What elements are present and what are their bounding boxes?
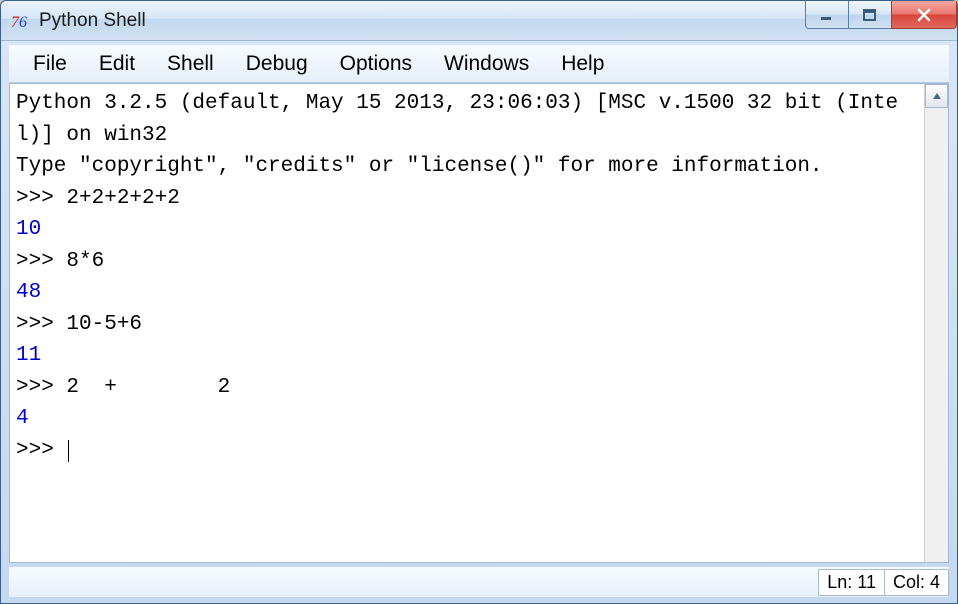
input-line: 10-5+6 xyxy=(66,313,142,336)
window-controls xyxy=(806,1,957,40)
app-icon: 7 6 xyxy=(11,11,31,31)
maximize-button[interactable] xyxy=(848,1,892,29)
status-col: Col: 4 xyxy=(884,569,949,596)
output-line: 4 xyxy=(16,407,29,430)
statusbar: Ln: 11 Col: 4 xyxy=(9,567,949,597)
prompt: >>> xyxy=(16,250,66,273)
output-line: 11 xyxy=(16,344,41,367)
close-button[interactable] xyxy=(891,1,957,29)
input-line: 8*6 xyxy=(66,250,104,273)
menu-windows[interactable]: Windows xyxy=(428,48,545,80)
prompt: >>> xyxy=(16,187,66,210)
input-line: 2+2+2+2+2 xyxy=(66,187,179,210)
window-title: Python Shell xyxy=(39,10,806,32)
cursor xyxy=(68,440,69,462)
scroll-up-button[interactable] xyxy=(925,84,948,108)
prompt: >>> xyxy=(16,439,66,462)
menu-options[interactable]: Options xyxy=(324,48,428,80)
input-line: 2 + 2 xyxy=(66,376,230,399)
prompt: >>> xyxy=(16,376,66,399)
menubar: File Edit Shell Debug Options Windows He… xyxy=(9,45,949,83)
menu-debug[interactable]: Debug xyxy=(230,48,324,80)
banner-line: Type "copyright", "credits" or "license(… xyxy=(16,155,823,178)
scrollbar[interactable] xyxy=(924,84,948,562)
prompt: >>> xyxy=(16,313,66,336)
svg-text:6: 6 xyxy=(19,14,27,31)
menu-file[interactable]: File xyxy=(17,48,83,80)
titlebar[interactable]: 7 6 Python Shell xyxy=(1,1,957,41)
banner-line: Python 3.2.5 (default, May 15 2013, 23:0… xyxy=(16,92,898,147)
content-area: Python 3.2.5 (default, May 15 2013, 23:0… xyxy=(9,83,949,563)
status-line: Ln: 11 xyxy=(818,569,885,596)
terminal-output[interactable]: Python 3.2.5 (default, May 15 2013, 23:0… xyxy=(10,84,924,562)
menu-help[interactable]: Help xyxy=(545,48,620,80)
output-line: 10 xyxy=(16,218,41,241)
menu-edit[interactable]: Edit xyxy=(83,48,151,80)
output-line: 48 xyxy=(16,281,41,304)
minimize-button[interactable] xyxy=(805,1,849,29)
menu-shell[interactable]: Shell xyxy=(151,48,230,80)
window-frame: 7 6 Python Shell File Edit Shell Debug O… xyxy=(0,0,958,604)
